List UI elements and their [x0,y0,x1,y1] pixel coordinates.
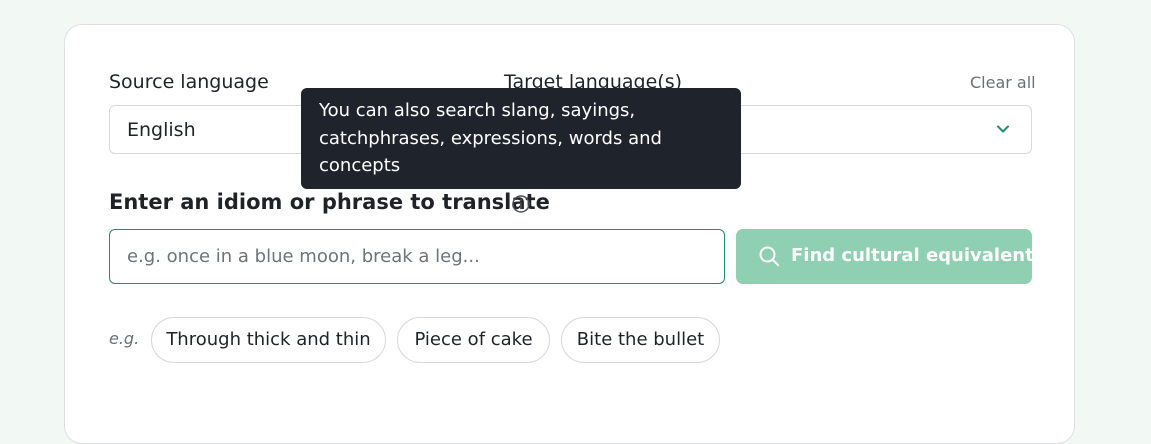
example-chip[interactable]: Bite the bullet [561,317,720,363]
source-language-value: English [127,119,196,141]
clear-all-link[interactable]: Clear all [970,73,1036,92]
info-icon[interactable] [511,194,531,214]
search-icon [759,246,780,267]
chevron-down-icon [997,125,1009,133]
phrase-input[interactable] [109,229,725,284]
example-chip[interactable]: Through thick and thin [151,317,386,363]
source-language-label: Source language [109,71,269,93]
info-tooltip: You can also search slang, sayings, catc… [301,88,741,189]
find-button-label: Find cultural equivalent [791,245,1034,266]
find-cultural-equivalent-button[interactable]: Find cultural equivalent [736,229,1034,284]
example-chip[interactable]: Piece of cake [397,317,550,363]
phrase-label: Enter an idiom or phrase to translate [109,190,550,214]
examples-prefix: e.g. [109,329,140,348]
